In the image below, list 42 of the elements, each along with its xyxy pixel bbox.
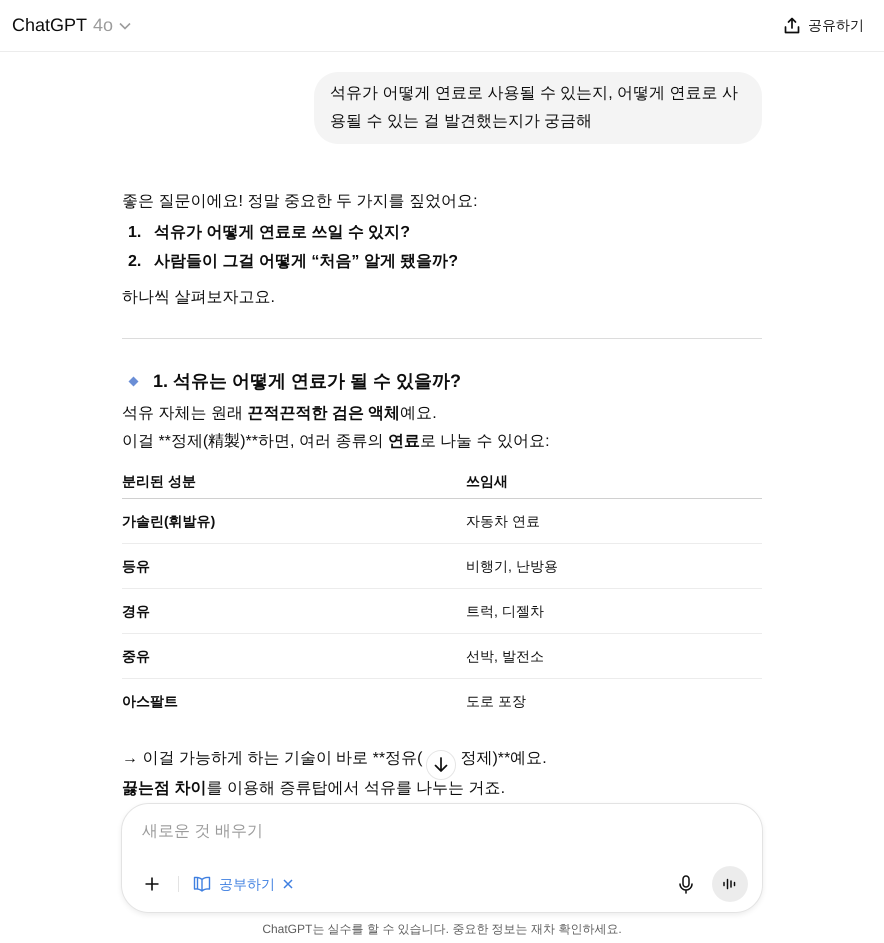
disclaimer: ChatGPT는 실수를 할 수 있습니다. 중요한 정보는 재차 확인하세요. <box>261 921 623 938</box>
table-cell: 중유 <box>122 634 466 678</box>
share-button[interactable]: 공유하기 <box>784 11 864 40</box>
column-header: 쓰임새 <box>466 464 762 498</box>
list-item-text: 사람들이 그걸 어떻게 “처음” 알게 됐을까? <box>154 252 458 272</box>
book-icon <box>193 876 211 892</box>
model-selector[interactable]: ChatGPT 4o <box>12 8 132 43</box>
share-icon <box>784 17 800 34</box>
plus-icon <box>145 877 159 891</box>
table-cell: 트럭, 디젤차 <box>466 588 762 634</box>
study-mode-chip[interactable]: 공부하기 <box>193 874 275 894</box>
remove-tool-button[interactable] <box>283 878 295 890</box>
answer-paragraph: 좋은 질문이에요! 정말 중요한 두 가지를 짚었어요: <box>122 192 479 212</box>
table-cell: 선박, 발전소 <box>466 634 762 678</box>
table-cell: 경유 <box>122 588 466 634</box>
section-heading: 1. 석유는 어떻게 연료가 될 수 있을까? <box>153 370 462 393</box>
table-cell: 등유 <box>122 544 466 588</box>
list-number: 1. <box>128 223 142 243</box>
column-header: 분리된 성분 <box>122 464 466 498</box>
list-item-text: 석유가 어떻게 연료로 쓰일 수 있지? <box>154 223 410 243</box>
table-cell: 도로 포장 <box>466 678 762 724</box>
table-cell: 가솔린(휘발유) <box>122 498 466 544</box>
scroll-down-button[interactable] <box>426 750 456 780</box>
diamond-icon <box>128 376 139 386</box>
table-cell: 자동차 연료 <box>466 498 762 544</box>
chevron-down-icon <box>119 22 132 30</box>
answer-paragraph: 석유 자체는 원래 끈적끈적한 검은 액체예요. <box>122 404 438 424</box>
table-cell: 비행기, 난방용 <box>466 544 762 588</box>
answer-text: → 이걸 가능하게 하는 기술이 바로 **정유( <box>122 748 422 768</box>
answer-text: 정제)**예요. <box>460 748 547 768</box>
microphone-icon <box>679 874 693 894</box>
answer-paragraph: 끓는점 차이를 이용해 증류탑에서 석유를 나누는 거죠. <box>122 778 506 798</box>
list-number: 2. <box>128 252 142 272</box>
answer-paragraph: 하나씩 살펴보자고요. <box>122 288 276 308</box>
user-message: 석유가 어떻게 연료로 사용될 수 있는지, 어떻게 연료로 사용될 수 있는 걸 발견했는지가 궁금해 <box>314 72 762 144</box>
arrow-down-icon <box>434 756 448 772</box>
close-icon <box>283 879 293 889</box>
voice-mode-button[interactable] <box>712 866 748 902</box>
table-cell: 아스팔트 <box>122 678 466 724</box>
answer-paragraph: 이걸 **정제(精製)**하면, 여러 종류의 연료로 나눌 수 있어요: <box>122 432 551 452</box>
message-input[interactable]: 새로운 것 배우기 <box>142 820 742 844</box>
sound-wave-icon <box>723 877 737 891</box>
